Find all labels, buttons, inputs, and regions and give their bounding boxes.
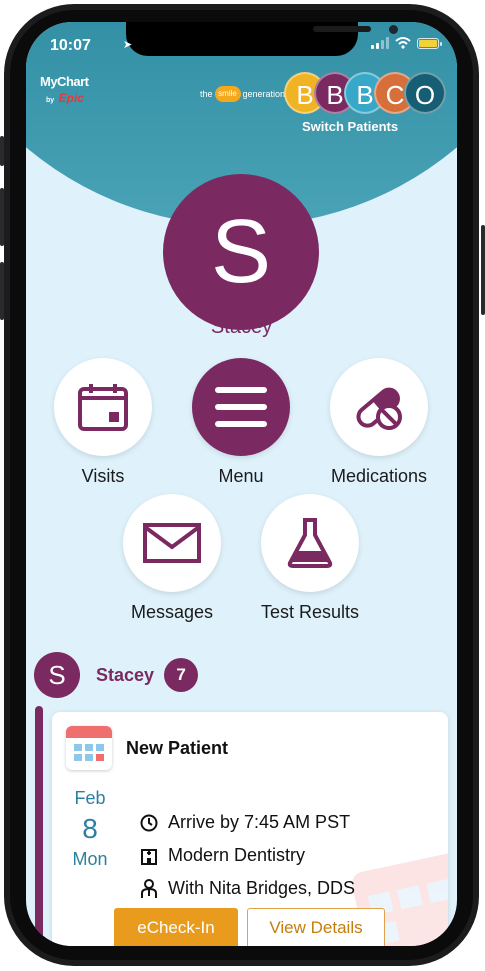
test-results-button[interactable] — [261, 494, 359, 592]
feed-avatar: S — [34, 652, 80, 698]
feed-patient-name: Stacey — [96, 664, 155, 685]
app-screen: 10:07 ➤ MyChart by Epic the smile genera… — [26, 22, 457, 946]
menu-label: Menu — [218, 466, 264, 486]
patient-avatar[interactable]: O — [404, 72, 446, 114]
messages-button[interactable] — [123, 494, 221, 592]
view-details-button[interactable]: View Details — [247, 908, 385, 946]
visits-tile[interactable]: Visits — [54, 358, 152, 487]
medications-button[interactable] — [330, 358, 428, 456]
feed-timeline-bar — [35, 706, 43, 946]
flask-icon — [287, 518, 333, 568]
appointment-title: New Patient — [126, 738, 229, 758]
envelope-icon — [143, 523, 201, 563]
provider-text: With Nita Bridges, DDS — [168, 878, 356, 898]
pill-icon — [356, 387, 402, 430]
appointment-day: 8 — [82, 813, 98, 844]
appointment-calendar-icon — [66, 726, 112, 770]
location-arrow-icon: ➤ — [123, 39, 133, 51]
visits-button[interactable] — [54, 358, 152, 456]
medications-label: Medications — [330, 466, 428, 486]
speaker-grille — [313, 26, 371, 32]
medications-tile[interactable]: Medications — [314, 358, 444, 487]
location-row: Modern Dentistry — [140, 845, 305, 866]
visits-label: Visits — [81, 466, 125, 486]
test-results-label: Test Results — [260, 602, 360, 622]
profile-avatar[interactable]: S — [163, 174, 319, 330]
feed-count-badge: 7 — [164, 658, 199, 692]
side-button-volume-down — [0, 262, 4, 320]
messages-tile[interactable]: Messages — [107, 494, 237, 623]
messages-label: Messages — [130, 602, 214, 622]
battery-icon — [417, 38, 442, 49]
echeck-in-button[interactable]: eCheck-In — [114, 908, 238, 946]
test-results-tile[interactable]: Test Results — [245, 494, 375, 623]
side-button-volume-up — [0, 188, 4, 246]
appointment-month: Feb — [74, 788, 106, 808]
location-text: Modern Dentistry — [168, 845, 306, 865]
side-button-silent — [0, 136, 4, 166]
arrive-time-row: Arrive by 7:45 AM PST — [140, 812, 350, 833]
provider-row: With Nita Bridges, DDS — [140, 878, 355, 899]
menu-button[interactable] — [192, 358, 290, 456]
patient-switcher[interactable]: B B B C O — [284, 72, 446, 118]
notch — [126, 22, 398, 56]
appointment-weekday: Mon — [72, 849, 108, 869]
front-camera — [389, 25, 398, 34]
menu-tile[interactable]: Menu — [192, 358, 290, 487]
switch-patients-label[interactable]: Switch Patients — [302, 119, 398, 134]
feed-header[interactable]: S Stacey 7 — [34, 652, 199, 698]
appointment-date: Feb 8 Mon — [62, 788, 118, 870]
hospital-icon — [141, 848, 157, 865]
provider-icon — [141, 878, 157, 898]
profile-name: Stacey — [210, 316, 273, 338]
status-time: 10:07 — [50, 37, 91, 54]
wifi-icon — [395, 37, 411, 49]
cellular-signal-icon — [371, 37, 389, 49]
menu-icon — [215, 387, 267, 427]
mychart-logo: MyChart by Epic — [40, 74, 89, 105]
clock-icon — [140, 814, 158, 831]
practice-logo: the smile generation — [200, 86, 285, 102]
side-button-power — [481, 225, 485, 315]
arrive-time-text: Arrive by 7:45 AM PST — [168, 812, 351, 832]
calendar-icon — [78, 384, 128, 431]
status-indicators — [371, 37, 442, 49]
